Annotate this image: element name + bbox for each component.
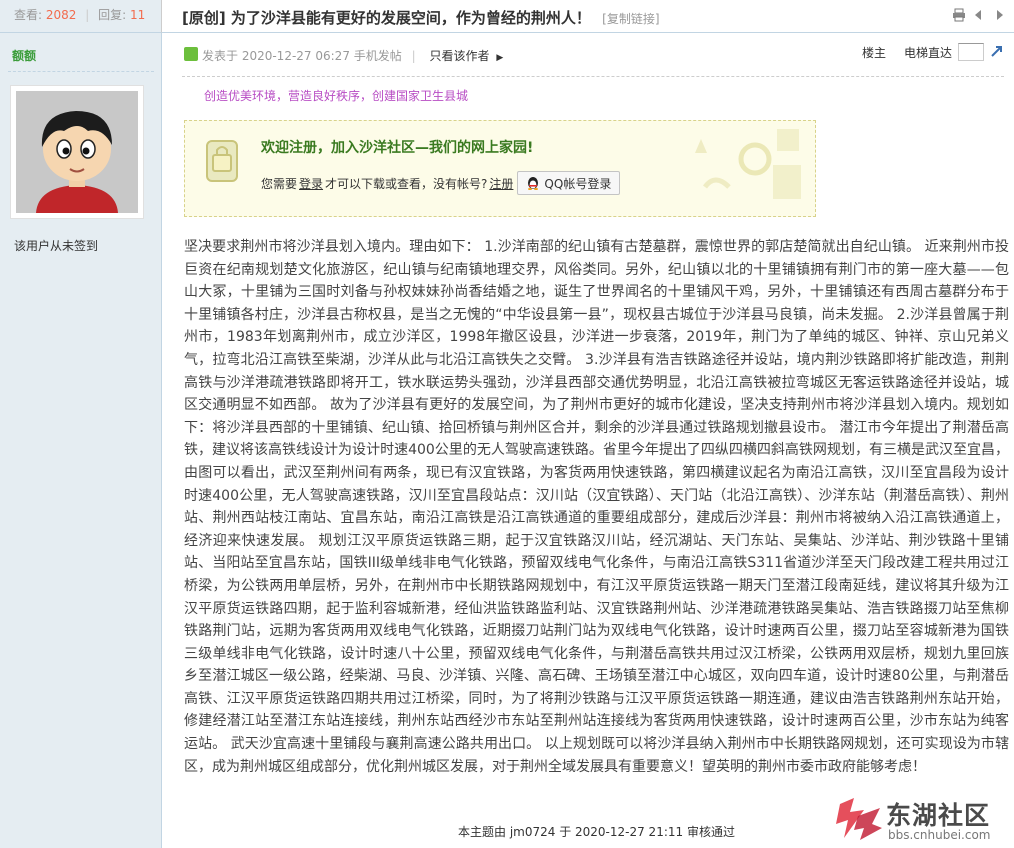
author-name[interactable]: 额额: [12, 47, 36, 64]
register-link[interactable]: 注册: [489, 175, 513, 192]
notice-body: 您需要 登录 才可以下载或查看，没有帐号? 注册 QQ帐号登录: [261, 171, 622, 195]
thread-title-bar: [原创] 为了沙洋县能有更好的发展空间，作为曾经的荆州人！ [复制链接]: [162, 0, 1014, 33]
site-watermark: 东湖社区 bbs.cnhubei.com: [834, 792, 1014, 848]
avatar: [16, 91, 138, 213]
lock-icon: [206, 140, 238, 182]
floor-input[interactable]: [958, 43, 984, 61]
qq-login-label: QQ帐号登录: [544, 176, 612, 191]
next-icon[interactable]: [992, 8, 1006, 22]
avatar-frame[interactable]: [10, 85, 144, 219]
floor-controls: 楼主 电梯直达: [862, 43, 1004, 61]
post-icon: [184, 47, 198, 61]
qq-login-button[interactable]: QQ帐号登录: [517, 171, 621, 195]
stats-divider: |: [85, 8, 90, 22]
watermark-name: 东湖社区: [886, 801, 991, 830]
login-link[interactable]: 登录: [299, 175, 323, 192]
post-slogan: 创造优美环境，营造良好秩序，创建国家卫生县城: [204, 89, 469, 103]
replies-label: 回复:: [98, 8, 127, 22]
views-label: 查看:: [14, 8, 43, 22]
author-sidebar: 额额 该用户从未签到: [0, 33, 162, 848]
moderation-note: 本主题由 jm0724 于 2020-12-27 21:11 审核通过: [458, 825, 735, 839]
meta-divider: |: [411, 49, 416, 63]
sidebar-divider: [8, 71, 154, 72]
register-notice: 欢迎注册，加入沙洋社区—我们的网上家园! 您需要 登录 才可以下载或查看，没有帐…: [184, 120, 816, 217]
post-device: 手机发帖: [353, 49, 402, 63]
post-meta-text: 发表于 2020-12-27 06:27 手机发帖 | 只看该作者 ▶: [202, 47, 503, 64]
thread-title-wrap: [原创] 为了沙洋县能有更好的发展空间，作为曾经的荆州人！ [复制链接]: [182, 7, 660, 28]
notice-title: 欢迎注册，加入沙洋社区—我们的网上家园!: [261, 140, 534, 156]
print-icon[interactable]: [952, 8, 966, 22]
post-body: 坚决要求荆州市将沙洋县划入境内。理由如下： 1.沙洋南部的纪山镇有古楚墓群，震惊…: [184, 239, 1009, 775]
notice-text-middle: 才可以下载或查看，没有帐号?: [325, 176, 488, 191]
thread-stats: 查看: 2082 | 回复: 11: [0, 0, 162, 33]
meta-divider-line: [182, 76, 1004, 77]
watermark-logo: [836, 798, 882, 840]
arrow-right-icon: ▶: [496, 53, 504, 63]
views-count: 2082: [45, 8, 77, 22]
thread-title: [原创] 为了沙洋县能有更好的发展空间，作为曾经的荆州人！: [182, 9, 591, 27]
replies-count: 11: [130, 8, 146, 22]
jump-label: 电梯直达: [903, 45, 952, 60]
title-tools: [952, 8, 1006, 22]
watermark-url: bbs.cnhubei.com: [888, 828, 991, 842]
previous-icon[interactable]: [972, 8, 986, 22]
signin-note: 该用户从未签到: [14, 239, 99, 253]
notice-text-before: 您需要: [261, 176, 298, 191]
go-icon[interactable]: [990, 44, 1004, 61]
post-date: 发表于 2020-12-27 06:27: [202, 49, 350, 63]
post-content: 坚决要求荆州市将沙洋县划入境内。理由如下： 1.沙洋南部的纪山镇有古楚墓群，震惊…: [184, 236, 1009, 778]
decorative-pattern: [695, 129, 801, 199]
post-meta: 发表于 2020-12-27 06:27 手机发帖 | 只看该作者 ▶ 楼主 电…: [162, 33, 1014, 77]
copy-link[interactable]: [复制链接]: [602, 12, 659, 26]
qq-penguin-icon: [528, 177, 539, 190]
floor-label: 楼主: [861, 45, 886, 60]
author-only-link[interactable]: 只看该作者: [430, 49, 490, 63]
